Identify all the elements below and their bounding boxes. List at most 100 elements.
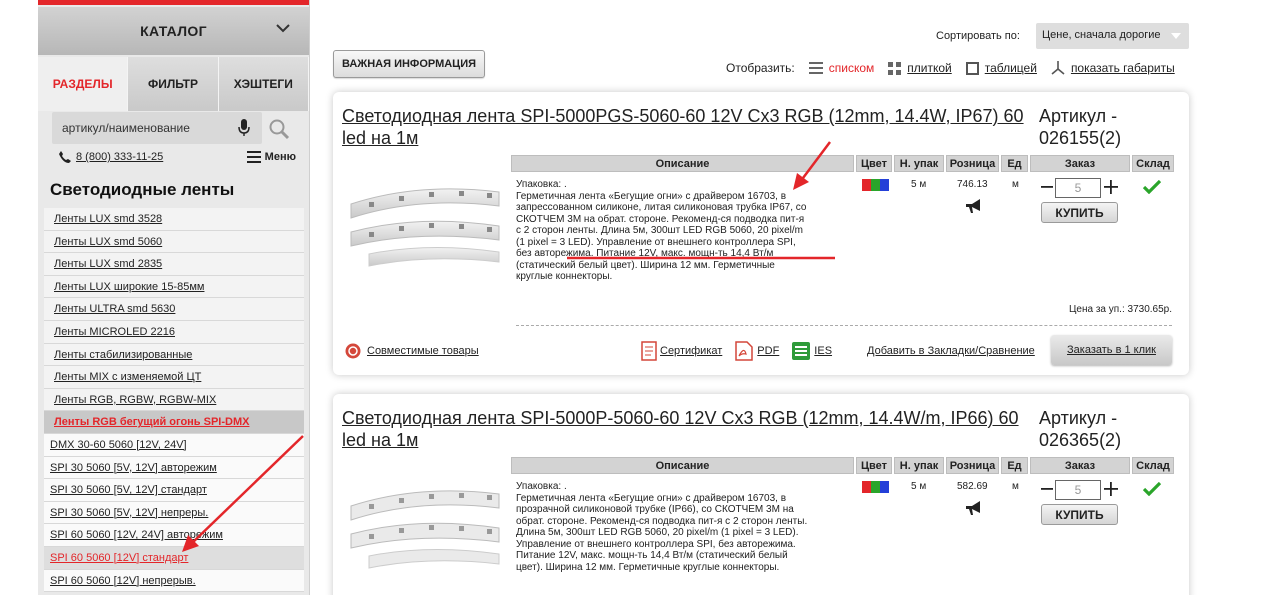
search-input[interactable] bbox=[56, 115, 232, 141]
unit: м bbox=[1012, 179, 1019, 190]
buy-button[interactable]: КУПИТЬ bbox=[1041, 202, 1118, 223]
quantity-input[interactable] bbox=[1055, 178, 1101, 198]
sidebar-top-accent bbox=[38, 0, 309, 5]
subcategory-item[interactable]: DMX 30-60 5060 [12V, 24V] bbox=[44, 433, 304, 457]
column-header-unit: Ед bbox=[1001, 155, 1028, 172]
increase-qty-icon[interactable] bbox=[1104, 180, 1118, 194]
product-card: Светодиодная лента SPI-5000PGS-5060-60 1… bbox=[333, 92, 1189, 375]
subcategory-item-current[interactable]: SPI 60 5060 [12V] стандарт bbox=[44, 546, 304, 570]
subcategory-item[interactable]: SPI 60 5060 [12V, 24V] авторежим bbox=[44, 524, 304, 547]
view-list-option[interactable]: списком bbox=[808, 61, 874, 75]
category-item[interactable]: Ленты LUX smd 5060 bbox=[44, 230, 304, 254]
column-header-order: Заказ bbox=[1030, 155, 1130, 172]
column-header-pack: Н. упак bbox=[894, 155, 944, 172]
category-item[interactable]: Ленты ULTRA smd 5630 bbox=[44, 298, 304, 321]
subcategory-item[interactable]: SPI 30 5060 [5V, 12V] непреры. bbox=[44, 501, 304, 525]
chevron-down-icon bbox=[276, 24, 290, 33]
decrease-qty-icon[interactable] bbox=[1041, 180, 1053, 194]
view-dims-option[interactable]: показать габариты bbox=[1051, 61, 1175, 75]
article-number: 026365(2) bbox=[1039, 430, 1122, 450]
column-header-color: Цвет bbox=[856, 155, 892, 172]
certificate-icon bbox=[641, 341, 657, 361]
category-item[interactable]: Ленты стабилизированные bbox=[44, 343, 304, 367]
column-header-pack: Н. упак bbox=[894, 457, 944, 474]
phone-icon bbox=[59, 151, 71, 163]
pdf-icon bbox=[735, 341, 754, 361]
compatible-products-link[interactable]: Совместимые товары bbox=[345, 343, 479, 359]
category-item[interactable]: Ленты LUX smd 3528 bbox=[44, 208, 304, 231]
view-label: Отобразить: bbox=[726, 61, 795, 75]
view-switcher: Отобразить: списком плиткой таблицей пок… bbox=[726, 61, 1175, 75]
menu-label: Меню bbox=[264, 151, 296, 163]
pack-size: 5 м bbox=[911, 179, 927, 190]
tab-hashtags[interactable]: ХЭШТЕГИ bbox=[218, 57, 309, 111]
article-label: Артикул - bbox=[1039, 106, 1118, 126]
sort-value: Цене, сначала дорогие bbox=[1042, 29, 1161, 41]
search-row bbox=[52, 112, 300, 144]
phone-row: 8 (800) 333-11-25 Меню bbox=[58, 150, 308, 166]
tab-sections[interactable]: РАЗДЕЛЫ bbox=[38, 57, 129, 111]
bookmark-compare-link[interactable]: Добавить в Закладки/Сравнение bbox=[867, 345, 1035, 357]
led-strip-image[interactable] bbox=[349, 174, 501, 272]
view-table-option[interactable]: таблицей bbox=[965, 61, 1037, 75]
megaphone-icon[interactable] bbox=[964, 499, 984, 517]
column-header-retail: Розница bbox=[946, 457, 999, 474]
category-item[interactable]: Ленты LUX широкие 15-85мм bbox=[44, 275, 304, 299]
megaphone-icon[interactable] bbox=[964, 197, 984, 215]
tile-view-icon bbox=[888, 61, 902, 75]
dropdown-arrow-icon bbox=[1171, 33, 1181, 39]
product-card: Светодиодная лента SPI-5000P-5060-60 12V… bbox=[333, 394, 1189, 595]
column-header-stock: Склад bbox=[1132, 457, 1174, 474]
product-description: Упаковка: . Герметичная лента «Бегущие о… bbox=[516, 481, 808, 573]
catalog-toggle[interactable]: КАТАЛОГ bbox=[38, 7, 309, 55]
package-price: Цена за уп.: 3730.65р. bbox=[1069, 304, 1172, 315]
article-label: Артикул - bbox=[1039, 408, 1118, 428]
sort-select[interactable]: Цене, сначала дорогие bbox=[1036, 23, 1189, 49]
buy-button[interactable]: КУПИТЬ bbox=[1041, 504, 1118, 525]
retail-price: 746.13 bbox=[957, 179, 988, 190]
important-info-button[interactable]: ВАЖНАЯ ИНФОРМАЦИЯ bbox=[333, 50, 485, 78]
column-header-retail: Розница bbox=[946, 155, 999, 172]
menu-button[interactable]: Меню bbox=[246, 151, 296, 163]
category-item[interactable]: Ленты LUX smd 2835 bbox=[44, 253, 304, 276]
ies-link[interactable]: IES bbox=[791, 341, 832, 361]
decrease-qty-icon[interactable] bbox=[1041, 482, 1053, 496]
document-links: Сертификат PDF IES bbox=[641, 341, 844, 361]
product-title-link[interactable]: Светодиодная лента SPI-5000P-5060-60 12V… bbox=[342, 407, 1032, 451]
category-item[interactable]: Ленты MIX с изменяемой ЦТ bbox=[44, 366, 304, 389]
increase-qty-icon[interactable] bbox=[1104, 482, 1118, 496]
sort-label: Сортировать по: bbox=[936, 30, 1020, 42]
column-header-unit: Ед bbox=[1001, 457, 1028, 474]
category-item[interactable]: Ленты RGB, RGBW, RGBW-MIX bbox=[44, 388, 304, 412]
dimensions-icon bbox=[1051, 61, 1065, 75]
sidebar-tabs: РАЗДЕЛЫ ФИЛЬТР ХЭШТЕГИ bbox=[38, 57, 309, 111]
hamburger-icon bbox=[246, 151, 261, 163]
product-title-link[interactable]: Светодиодная лента SPI-5000PGS-5060-60 1… bbox=[342, 105, 1032, 149]
certificate-link[interactable]: Сертификат bbox=[641, 341, 722, 361]
column-header-order: Заказ bbox=[1030, 457, 1130, 474]
catalog-label: КАТАЛОГ bbox=[140, 23, 207, 39]
pdf-link[interactable]: PDF bbox=[734, 341, 779, 361]
view-tile-option[interactable]: плиткой bbox=[888, 61, 952, 75]
order-one-click-button[interactable]: Заказать в 1 клик bbox=[1051, 335, 1172, 365]
table-view-icon bbox=[965, 61, 979, 75]
article-number: 026155(2) bbox=[1039, 128, 1122, 148]
category-item-active[interactable]: Ленты RGB бегущий огонь SPI-DMX bbox=[44, 411, 304, 434]
subcategory-item[interactable]: SPI 30 5060 [5V, 12V] стандарт bbox=[44, 479, 304, 502]
search-box bbox=[52, 112, 262, 144]
pack-size: 5 м bbox=[911, 481, 927, 492]
retail-price: 582.69 bbox=[957, 481, 988, 492]
phone-link[interactable]: 8 (800) 333-11-25 bbox=[76, 151, 163, 163]
quantity-input[interactable] bbox=[1055, 480, 1101, 500]
subcategory-item[interactable]: SPI 60 5060 [12V] непрерыв. bbox=[44, 569, 304, 593]
in-stock-check-icon bbox=[1143, 180, 1161, 194]
microphone-icon[interactable] bbox=[238, 119, 250, 137]
category-item[interactable]: Ленты MICROLED 2216 bbox=[44, 320, 304, 344]
subcategory-item[interactable]: SPI 30 5060 [5V, 12V] авторежим bbox=[44, 456, 304, 480]
card-actions: Совместимые товары Сертификат PDF IES До… bbox=[345, 335, 1172, 365]
search-icon[interactable] bbox=[268, 118, 290, 140]
led-strip-image[interactable] bbox=[349, 476, 501, 574]
section-title: Светодиодные ленты bbox=[50, 180, 235, 199]
tab-filter[interactable]: ФИЛЬТР bbox=[128, 57, 219, 111]
category-list: Ленты LUX smd 3528 Ленты LUX smd 5060 Ле… bbox=[44, 208, 304, 593]
